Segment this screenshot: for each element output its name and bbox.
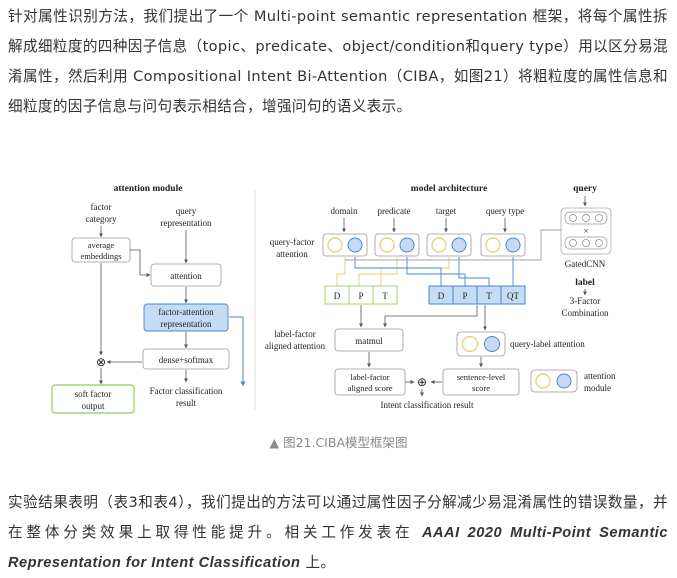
- label-factors-blue: D P T QT: [428, 285, 526, 305]
- label-title: label: [575, 278, 595, 288]
- sentence-level-score-2: score: [472, 383, 490, 393]
- label-factor-aligned-attention-2: aligned attention: [265, 341, 326, 351]
- ciba-framework-figure: attention module factor category query r…: [51, 184, 616, 414]
- factor-category-label-2: category: [86, 214, 117, 224]
- svg-text:QT: QT: [507, 291, 519, 301]
- results-tail: 上。: [300, 554, 336, 571]
- factor-classification-result-2: result: [176, 398, 196, 408]
- query-label-attention-text: query-label attention: [510, 339, 585, 349]
- svg-text:P: P: [462, 291, 467, 301]
- factor-name-target: target: [436, 206, 457, 216]
- query-factor-attention-label-2: attention: [276, 249, 308, 259]
- svg-text:D: D: [438, 291, 445, 301]
- times-symbol: ×: [583, 226, 588, 236]
- intent-classification-result: Intent classification result: [381, 400, 474, 410]
- svg-text:D: D: [334, 291, 341, 301]
- factor-attention-text-1: factor-attention: [158, 307, 214, 317]
- figure-caption: ▲ 图21.CIBA模型框架图: [269, 435, 408, 450]
- svg-text:T: T: [486, 291, 492, 301]
- average-embeddings-text-1: average: [88, 240, 115, 250]
- three-factor-combination-2: Combination: [562, 308, 609, 318]
- factor-name-predicate: predicate: [378, 206, 411, 216]
- factor-classification-result-1: Factor classification: [150, 386, 223, 396]
- svg-text:T: T: [382, 291, 388, 301]
- attention-module-legend-2: module: [584, 383, 611, 393]
- factor-category-label-1: factor: [91, 202, 112, 212]
- model-architecture-title: model architecture: [411, 184, 487, 194]
- query-representation-label-1: query: [176, 206, 197, 216]
- paragraph-results: 实验结果表明（表3和表4），我们提出的方法可以通过属性因子分解减少易混淆属性的错…: [8, 488, 668, 578]
- oplus-symbol: ⊕: [417, 375, 427, 389]
- paragraph-attribute-method: 针对属性识别方法，我们提出了一个 Multi-point semantic re…: [8, 8, 668, 115]
- query-factor-attention-label-1: query-factor: [270, 237, 314, 247]
- matmul-text: matmul: [355, 336, 383, 346]
- attention-module-legend-1: attention: [584, 371, 616, 381]
- sentence-level-score-1: sentence-level: [457, 372, 506, 382]
- svg-text:P: P: [358, 291, 363, 301]
- factor-name-query-type: query type: [486, 206, 524, 216]
- factor-attention-text-2: representation: [161, 319, 212, 329]
- attention-module-title: attention module: [114, 184, 183, 194]
- dense-softmax-text: dense+softmax: [159, 355, 214, 365]
- query-representation-label-2: representation: [161, 218, 212, 228]
- attention-text: attention: [170, 271, 202, 281]
- query-title: query: [573, 184, 597, 194]
- average-embeddings-text-2: embeddings: [80, 251, 121, 261]
- otimes-symbol: ⊗: [96, 355, 106, 369]
- attention-module-group: [322, 233, 526, 257]
- soft-factor-output-text-2: output: [81, 401, 105, 411]
- three-factor-combination-1: 3-Factor: [570, 296, 601, 306]
- label-factors-white: D P T: [324, 285, 398, 305]
- label-factor-aligned-score-2: aligned score: [347, 383, 392, 393]
- factor-attention-blue-arrow: [229, 316, 246, 387]
- label-factor-aligned-attention-1: label-factor: [274, 329, 315, 339]
- factor-name-domain: domain: [331, 206, 358, 216]
- label-factor-aligned-score-1: label-factor: [350, 372, 389, 382]
- soft-factor-output-text-1: soft factor: [75, 389, 112, 399]
- gated-cnn-label: GatedCNN: [565, 259, 606, 269]
